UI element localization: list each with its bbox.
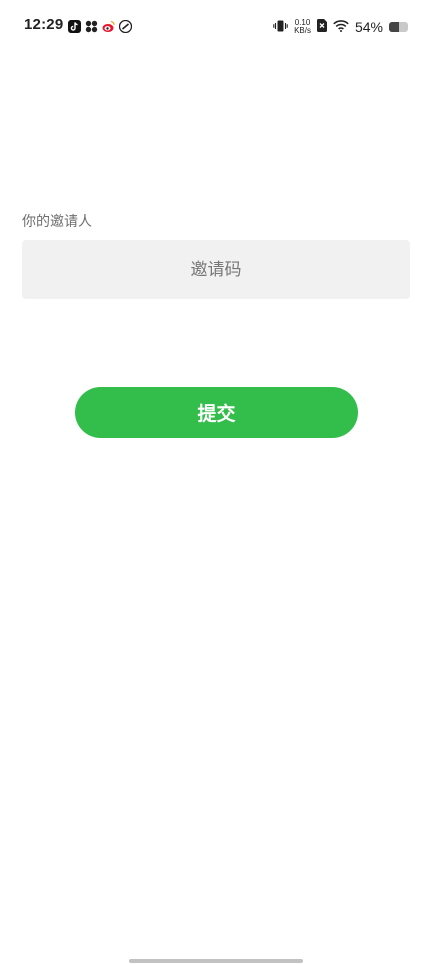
battery-level-fill [389, 21, 400, 32]
submit-button[interactable]: 提交 [75, 387, 358, 438]
tiktok-icon [68, 18, 81, 33]
network-speed-unit: KB/s [294, 25, 311, 35]
wifi-icon [333, 17, 349, 36]
status-time: 12:29 [24, 16, 64, 33]
notification-icons [68, 18, 133, 34]
network-speed: 0.10 KB/s [294, 18, 311, 35]
status-bar: 12:29 0.10 KB/s 54% [0, 0, 432, 50]
battery-percent: 54% [354, 18, 383, 35]
no-sim-icon [316, 17, 327, 36]
home-indicator[interactable] [129, 959, 303, 963]
inviter-label: 你的邀请人 [22, 214, 92, 230]
app-grid-icon [85, 18, 98, 33]
battery-icon [389, 21, 408, 32]
vibrate-icon [273, 17, 288, 36]
link-app-icon [118, 18, 133, 34]
invite-code-input[interactable] [22, 240, 410, 299]
status-right: 0.10 KB/s 54% [273, 17, 408, 36]
weibo-icon [102, 18, 115, 32]
